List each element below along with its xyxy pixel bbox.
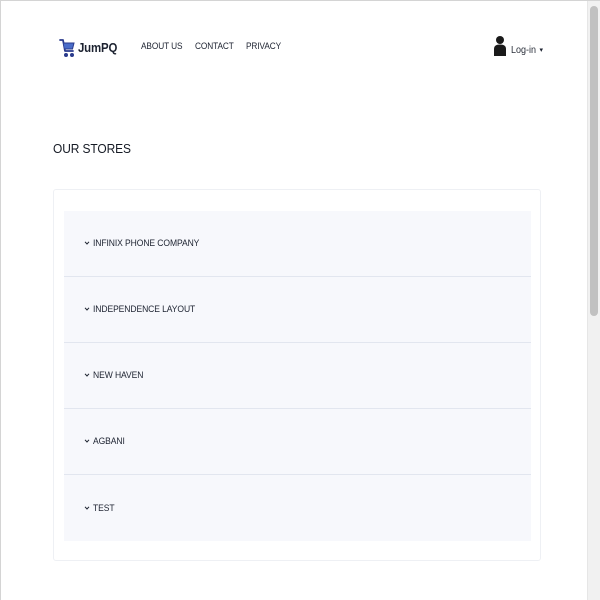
browser-viewport: JumPQ ABOUT US CONTACT PRIVACY Log-in ▾ … [0, 0, 600, 600]
nav-contact-link[interactable]: CONTACT [195, 41, 234, 51]
chevron-down-icon [84, 307, 90, 311]
store-name: TEST [93, 502, 115, 514]
login-dropdown[interactable]: Log-in ▾ [493, 35, 543, 57]
nav-about-us-link[interactable]: ABOUT US [141, 41, 183, 51]
store-name: INFINIX PHONE COMPANY [93, 238, 200, 249]
chevron-down-icon [84, 373, 90, 377]
top-navbar: JumPQ ABOUT US CONTACT PRIVACY Log-in ▾ [1, 1, 587, 91]
scrollbar-thumb[interactable] [590, 6, 598, 316]
brand-name: JumPQ [78, 39, 118, 55]
user-icon [493, 36, 506, 56]
store-item[interactable]: AGBANI [64, 409, 531, 475]
store-item[interactable]: INFINIX PHONE COMPANY [64, 211, 531, 277]
store-name: AGBANI [93, 436, 125, 447]
login-label: Log-in [510, 44, 536, 56]
store-name: NEW HAVEN [93, 370, 144, 381]
stores-accordion: INFINIX PHONE COMPANY INDEPENDENCE LAYOU… [64, 211, 531, 541]
brand-logo-link[interactable]: JumPQ [59, 33, 123, 61]
store-item[interactable]: TEST [64, 475, 531, 541]
page-title: OUR STORES [53, 141, 131, 156]
store-name: INDEPENDENCE LAYOUT [93, 304, 196, 315]
chevron-down-icon [84, 241, 90, 245]
store-item[interactable]: INDEPENDENCE LAYOUT [64, 277, 531, 343]
chevron-down-icon [84, 505, 90, 510]
vertical-scrollbar[interactable] [587, 1, 600, 600]
nav-privacy-link[interactable]: PRIVACY [246, 41, 281, 51]
stores-card: INFINIX PHONE COMPANY INDEPENDENCE LAYOU… [53, 189, 541, 561]
chevron-down-icon [84, 439, 90, 443]
store-item[interactable]: NEW HAVEN [64, 343, 531, 409]
main-nav: ABOUT US CONTACT PRIVACY [141, 41, 284, 51]
caret-down-icon: ▾ [539, 47, 543, 54]
shopping-cart-icon [59, 39, 75, 57]
